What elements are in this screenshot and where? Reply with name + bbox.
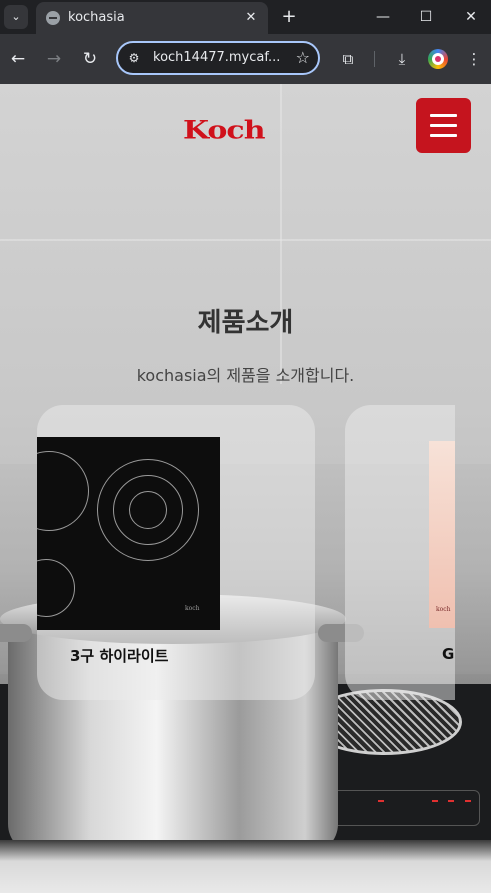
product-brand-mark: koch: [185, 605, 200, 612]
section-subtitle: kochasia의 제품을 소개합니다.: [136, 366, 355, 385]
site-logo[interactable]: Koch: [183, 116, 266, 146]
tab-search-button[interactable]: ⌄: [4, 5, 28, 29]
background-led: [448, 800, 454, 802]
product-image: koch: [37, 437, 220, 630]
minimize-button[interactable]: —: [363, 4, 403, 30]
section-title: 제품소개: [197, 308, 294, 338]
download-icon[interactable]: ⤓: [390, 47, 414, 71]
menu-button[interactable]: [416, 98, 471, 153]
wall-tile-line: [0, 239, 491, 241]
active-tab[interactable]: kochasia ✕: [36, 2, 268, 34]
background-pot-handle: [0, 624, 32, 642]
menu-bar: [430, 124, 457, 127]
chevron-down-icon: ⌄: [11, 10, 21, 23]
maximize-button[interactable]: ☐: [406, 4, 446, 30]
product-brand-mark: koch: [436, 606, 451, 613]
background-led: [465, 800, 471, 802]
star-icon[interactable]: ☆: [296, 48, 310, 67]
background-counter: [0, 840, 491, 893]
product-card[interactable]: koch G: [345, 405, 455, 700]
puzzle-icon[interactable]: ⧉: [336, 47, 360, 71]
close-icon[interactable]: ✕: [242, 9, 260, 27]
url-text[interactable]: koch14477.mycaf...: [153, 50, 280, 65]
menu-bar: [430, 114, 457, 117]
wall-tile-line: [280, 84, 282, 384]
profile-indicator: [435, 56, 441, 62]
plus-icon: +: [281, 6, 297, 27]
tune-icon[interactable]: ⚙: [126, 50, 142, 66]
arrow-left-icon: ←: [10, 49, 26, 69]
product-image: [429, 441, 455, 628]
menu-bar: [430, 134, 457, 137]
arrow-right-icon: →: [46, 49, 62, 69]
product-name: G: [442, 645, 455, 663]
close-window-icon: ✕: [465, 9, 477, 25]
back-button[interactable]: ←: [6, 47, 30, 71]
background-led: [432, 800, 438, 802]
page-content: Koch 제품소개 kochasia의 제품을 소개합니다. koch 3구 하…: [0, 84, 491, 893]
tab-title: kochasia: [68, 10, 125, 25]
burner-ring: [37, 559, 75, 617]
product-name: 3구 하이라이트: [70, 647, 169, 665]
new-tab-button[interactable]: +: [278, 6, 300, 28]
reload-icon: ↻: [82, 49, 98, 69]
kebab-icon[interactable]: ⋮: [462, 47, 486, 71]
minimize-icon: —: [376, 9, 390, 25]
burner-ring: [129, 491, 167, 529]
address-bar[interactable]: ⚙ koch14477.mycaf... ☆: [116, 41, 320, 75]
burner-ring: [37, 451, 89, 531]
toolbar-divider: [374, 51, 375, 67]
maximize-icon: ☐: [419, 9, 433, 25]
close-window-button[interactable]: ✕: [451, 4, 491, 30]
tab-strip: ⌄ kochasia ✕ + — ☐ ✕: [0, 0, 491, 34]
globe-icon: [46, 11, 60, 25]
product-card[interactable]: koch 3구 하이라이트: [37, 405, 315, 700]
reload-button[interactable]: ↻: [78, 47, 102, 71]
forward-button[interactable]: →: [42, 47, 66, 71]
browser-toolbar: ← → ↻ ⚙ koch14477.mycaf... ☆ ⧉ ⤓ ⋮: [0, 34, 491, 84]
background-led: [378, 800, 384, 802]
